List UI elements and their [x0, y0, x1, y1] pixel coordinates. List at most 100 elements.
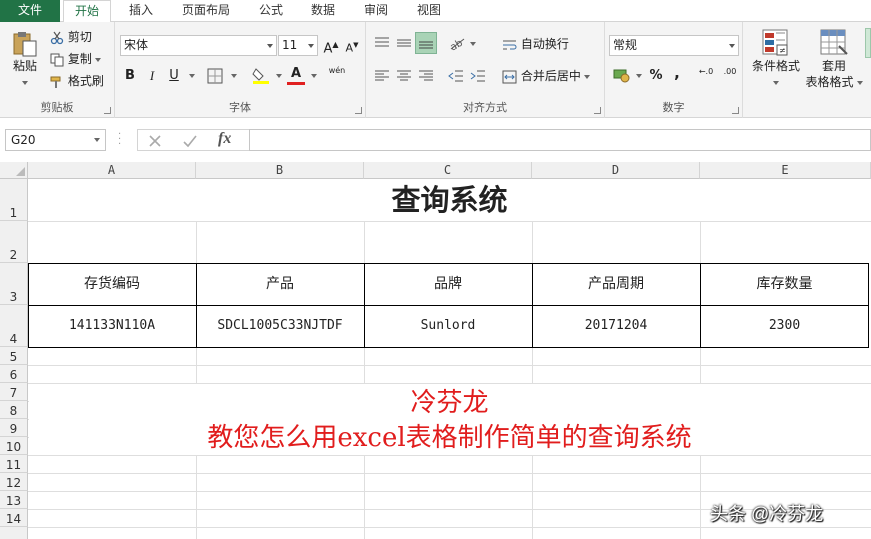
number-format-dropdown-icon[interactable]	[729, 44, 735, 48]
enter-check-icon[interactable]	[182, 133, 198, 149]
red-subtitle-text[interactable]: 教您怎么用excel表格制作简单的查询系统	[28, 421, 871, 455]
tab-home[interactable]: 开始	[63, 0, 111, 23]
align-right-icon[interactable]	[418, 69, 434, 83]
decrease-indent-icon[interactable]	[448, 69, 464, 83]
row-header-12[interactable]: 12	[0, 473, 28, 491]
column-header-e[interactable]: E	[700, 162, 871, 179]
number-launcher-icon[interactable]	[732, 107, 739, 114]
tab-formulas[interactable]: 公式	[250, 0, 292, 22]
decrease-decimal-button[interactable]: .00	[719, 67, 741, 85]
align-middle-icon[interactable]	[396, 36, 412, 50]
name-box[interactable]: G20	[5, 129, 106, 151]
header-cell-code[interactable]: 存货编码	[28, 263, 196, 305]
row-header-3[interactable]: 3	[0, 263, 28, 305]
column-header-a[interactable]: A	[28, 162, 196, 179]
increase-decimal-button[interactable]: ←.0	[695, 67, 717, 85]
alignment-launcher-icon[interactable]	[594, 107, 601, 114]
row-header-1[interactable]: 1	[0, 179, 28, 221]
row-header-5[interactable]: 5	[0, 347, 28, 365]
column-header-c[interactable]: C	[364, 162, 532, 179]
name-box-dropdown-icon[interactable]	[94, 138, 100, 142]
font-size-dropdown-icon[interactable]	[308, 44, 314, 48]
sheet-title[interactable]: 查询系统	[28, 179, 871, 221]
tab-review[interactable]: 审阅	[355, 0, 397, 22]
cell-code[interactable]: 141133N110A	[28, 305, 196, 347]
red-author-text[interactable]: 冷芬龙	[28, 386, 871, 420]
row-header-13[interactable]: 13	[0, 491, 28, 509]
cell-cycle[interactable]: 20171204	[532, 305, 700, 347]
row-header-14[interactable]: 14	[0, 509, 28, 527]
shrink-font-button[interactable]: A▼	[343, 36, 361, 55]
row-header-7[interactable]: 7	[0, 383, 28, 401]
accounting-format-icon[interactable]	[613, 67, 631, 83]
font-color-button[interactable]: A	[287, 65, 305, 85]
row-header-15[interactable]	[0, 527, 28, 539]
increase-indent-icon[interactable]	[470, 69, 486, 83]
align-center-icon[interactable]	[396, 69, 412, 83]
header-cell-product[interactable]: 产品	[196, 263, 364, 305]
header-cell-stock[interactable]: 库存数量	[700, 263, 869, 305]
tab-view[interactable]: 视图	[408, 0, 450, 22]
italic-button[interactable]: I	[143, 67, 161, 85]
copy-dropdown-icon[interactable]	[94, 57, 101, 62]
borders-icon[interactable]	[207, 68, 223, 84]
tab-file[interactable]: 文件	[0, 0, 60, 22]
underline-dropdown-icon[interactable]	[189, 74, 195, 78]
percent-button[interactable]: %	[647, 67, 665, 85]
orientation-icon[interactable]: ab	[448, 35, 466, 51]
row-header-6[interactable]: 6	[0, 365, 28, 383]
font-name-dropdown-icon[interactable]	[267, 44, 273, 48]
align-bottom-button[interactable]	[415, 32, 437, 54]
conditional-format-button[interactable]: ≠ 条件格式	[747, 28, 805, 90]
grow-font-button[interactable]: A▲	[322, 36, 340, 56]
merge-center-button[interactable]: 合并后居中	[502, 68, 590, 84]
row-header-10[interactable]: 10	[0, 437, 28, 455]
accounting-dropdown-icon[interactable]	[636, 74, 642, 78]
orientation-dropdown-icon[interactable]	[470, 42, 476, 46]
align-top-icon[interactable]	[374, 36, 390, 50]
cancel-icon[interactable]	[147, 133, 163, 149]
cell-brand[interactable]: Sunlord	[364, 305, 532, 347]
borders-dropdown-icon[interactable]	[231, 74, 237, 78]
insert-function-icon[interactable]: fx	[218, 130, 231, 148]
format-painter-button[interactable]: 格式刷	[50, 73, 104, 89]
fill-color-dropdown-icon[interactable]	[276, 74, 282, 78]
wrap-text-button[interactable]: 自动换行	[502, 36, 569, 52]
row-header-4[interactable]: 4	[0, 305, 28, 347]
tab-data[interactable]: 数据	[302, 0, 344, 22]
cell-stock[interactable]: 2300	[700, 305, 869, 347]
copy-button[interactable]: 复制	[50, 51, 101, 67]
formula-input[interactable]	[249, 129, 871, 151]
row-header-9[interactable]: 9	[0, 419, 28, 437]
formula-bar-splitter[interactable]: · · ·	[118, 130, 121, 150]
header-cell-cycle[interactable]: 产品周期	[532, 263, 700, 305]
format-as-table-dropdown-icon[interactable]	[856, 80, 863, 85]
column-header-d[interactable]: D	[532, 162, 700, 179]
font-name-combo[interactable]: 宋体	[120, 35, 277, 56]
align-left-icon[interactable]	[374, 69, 390, 83]
cell-product[interactable]: SDCL1005C33NJTDF	[196, 305, 364, 347]
select-all-button[interactable]	[0, 162, 28, 179]
conditional-format-dropdown-icon[interactable]	[773, 80, 779, 85]
row-header-11[interactable]: 11	[0, 455, 28, 473]
row-header-2[interactable]: 2	[0, 221, 28, 263]
number-format-combo[interactable]: 常规	[609, 35, 739, 56]
clipboard-launcher-icon[interactable]	[104, 107, 111, 114]
tab-insert[interactable]: 插入	[118, 0, 164, 22]
phonetic-button[interactable]: wén	[328, 66, 346, 84]
cut-button[interactable]: 剪切	[50, 29, 92, 45]
font-launcher-icon[interactable]	[355, 107, 362, 114]
bold-button[interactable]: B	[121, 67, 139, 85]
format-as-table-button[interactable]: 套用 表格格式	[805, 28, 863, 90]
underline-button[interactable]: U	[165, 67, 183, 85]
header-cell-brand[interactable]: 品牌	[364, 263, 532, 305]
paste-dropdown-icon[interactable]	[22, 80, 28, 85]
font-color-dropdown-icon[interactable]	[311, 74, 317, 78]
fill-color-icon[interactable]	[252, 66, 270, 84]
spreadsheet-grid[interactable]: A B C D E 1 2 3 4 5 6 7 8 9 10 11 12 13 …	[0, 162, 871, 539]
tab-page-layout[interactable]: 页面布局	[176, 0, 236, 22]
paste-button[interactable]: 粘贴	[8, 30, 42, 90]
row-header-8[interactable]: 8	[0, 401, 28, 419]
column-header-b[interactable]: B	[196, 162, 364, 179]
font-size-combo[interactable]: 11	[278, 35, 318, 56]
